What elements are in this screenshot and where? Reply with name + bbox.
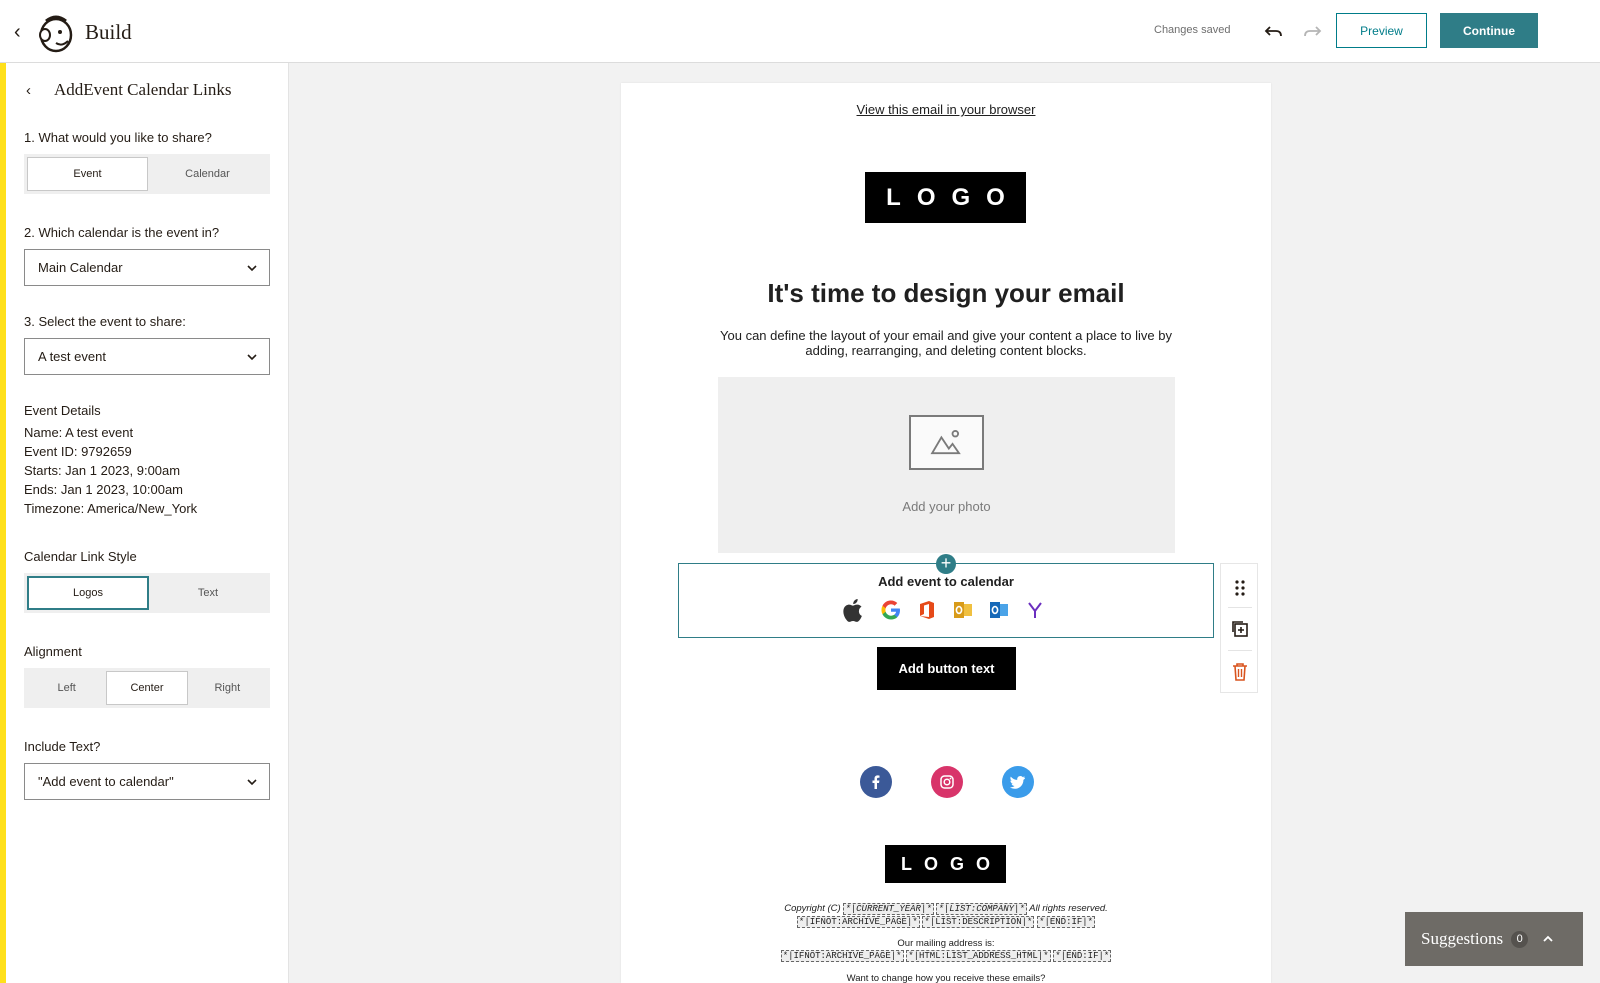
- settings-panel: ‹ AddEvent Calendar Links 1. What would …: [6, 63, 289, 983]
- include-text-select[interactable]: "Add event to calendar": [24, 763, 270, 800]
- panel-back-icon[interactable]: ‹: [26, 82, 31, 99]
- duplicate-icon[interactable]: [1228, 617, 1252, 641]
- mailchimp-logo-icon[interactable]: [36, 13, 74, 53]
- yahoo-icon[interactable]: [1023, 598, 1047, 622]
- toolbar-divider: [1228, 607, 1252, 608]
- calendar-select[interactable]: Main Calendar: [24, 249, 270, 286]
- footer-mailing-label[interactable]: Our mailing address is:: [621, 938, 1271, 949]
- header-logo[interactable]: LOGO: [865, 172, 1026, 223]
- calendar-select-value: Main Calendar: [38, 260, 123, 275]
- merge-tag-endif: *|END:IF|*: [1053, 950, 1112, 962]
- alignment-center[interactable]: Center: [106, 671, 188, 705]
- top-bar: ‹ Build Changes saved Preview Continue: [0, 0, 1600, 63]
- add-block-icon[interactable]: +: [936, 554, 956, 574]
- panel-title: AddEvent Calendar Links: [54, 80, 232, 99]
- link-style-text[interactable]: Text: [149, 576, 267, 610]
- photo-placeholder[interactable]: Add your photo: [718, 377, 1175, 553]
- rights-text: All rights reserved.: [1029, 903, 1108, 914]
- link-style-label: Calendar Link Style: [24, 549, 137, 564]
- event-detail-id: Event ID: 9792659: [24, 444, 132, 459]
- event-detail-ends: Ends: Jan 1 2023, 10:00am: [24, 482, 184, 497]
- merge-tag-description: *|LIST:DESCRIPTION|*: [922, 916, 1035, 928]
- calendar-block-title: Add event to calendar: [878, 574, 1014, 589]
- link-style-logos[interactable]: Logos: [27, 576, 149, 610]
- email-canvas: View this email in your browser LOGO It'…: [621, 83, 1271, 983]
- page-title: Build: [85, 20, 132, 44]
- event-detail-name: Name: A test event: [24, 425, 134, 440]
- link-style-toggle: Logos Text: [24, 573, 270, 613]
- view-in-browser-link[interactable]: View this email in your browser: [621, 102, 1271, 117]
- chevron-down-icon: [247, 265, 257, 272]
- include-text-value: "Add event to calendar": [38, 774, 174, 789]
- event-detail-timezone: Timezone: America/New_York: [24, 501, 198, 516]
- outlook-com-icon[interactable]: [987, 598, 1011, 622]
- merge-tag-year: *|CURRENT_YEAR|*: [843, 903, 934, 915]
- calendar-links-block[interactable]: + Add event to calendar: [678, 554, 1214, 638]
- calendar-icons: [843, 598, 1047, 622]
- share-type-label: 1. What would you like to share?: [24, 130, 212, 145]
- redo-icon[interactable]: [1300, 19, 1324, 43]
- footer-address[interactable]: *|IFNOT:ARCHIVE_PAGE|* *|HTML:LIST_ADDRE…: [621, 950, 1271, 962]
- chevron-up-icon: [1543, 935, 1553, 942]
- share-type-toggle: Event Calendar: [24, 154, 270, 194]
- facebook-icon[interactable]: [860, 766, 892, 798]
- email-body-text[interactable]: You can define the layout of your email …: [711, 328, 1181, 358]
- block-toolbar: [1220, 563, 1258, 693]
- event-details-heading: Event Details: [24, 403, 101, 418]
- copyright-prefix: Copyright (C): [784, 903, 841, 914]
- email-heading[interactable]: It's time to design your email: [621, 278, 1271, 309]
- image-icon: [909, 415, 984, 470]
- chevron-down-icon: [247, 354, 257, 361]
- merge-tag-ifnot: *|IFNOT:ARCHIVE_PAGE|*: [796, 916, 920, 928]
- footer-description[interactable]: *|IFNOT:ARCHIVE_PAGE|* *|LIST:DESCRIPTIO…: [621, 916, 1271, 928]
- alignment-left[interactable]: Left: [27, 671, 106, 705]
- event-select[interactable]: A test event: [24, 338, 270, 375]
- office365-icon[interactable]: [915, 598, 939, 622]
- footer-copyright[interactable]: Copyright (C) *|CURRENT_YEAR|* *|LIST:CO…: [621, 903, 1271, 915]
- back-arrow-icon[interactable]: ‹: [14, 22, 32, 42]
- share-type-calendar[interactable]: Calendar: [148, 157, 267, 191]
- suggestions-panel-toggle[interactable]: Suggestions 0: [1405, 912, 1583, 966]
- event-detail-starts: Starts: Jan 1 2023, 9:00am: [24, 463, 181, 478]
- continue-button[interactable]: Continue: [1440, 13, 1538, 48]
- save-status: Changes saved: [1154, 24, 1231, 36]
- event-select-value: A test event: [38, 349, 106, 364]
- alignment-toggle: Left Center Right: [24, 668, 270, 708]
- instagram-icon[interactable]: [931, 766, 963, 798]
- footer-logo[interactable]: LOGO: [885, 845, 1006, 883]
- event-label: 3. Select the event to share:: [24, 314, 186, 329]
- merge-tag-ifnot: *|IFNOT:ARCHIVE_PAGE|*: [780, 950, 904, 962]
- calendar-label: 2. Which calendar is the event in?: [24, 225, 220, 240]
- twitter-icon[interactable]: [1002, 766, 1034, 798]
- include-text-label: Include Text?: [24, 739, 101, 754]
- preview-button[interactable]: Preview: [1336, 13, 1427, 48]
- merge-tag-endif: *|END:IF|*: [1037, 916, 1096, 928]
- merge-tag-address: *|HTML:LIST_ADDRESS_HTML|*: [906, 950, 1051, 962]
- delete-icon[interactable]: [1228, 660, 1252, 684]
- merge-tag-company: *|LIST:COMPANY|*: [936, 903, 1027, 915]
- toolbar-divider: [1228, 650, 1252, 651]
- footer-change-text[interactable]: Want to change how you receive these ema…: [621, 973, 1271, 983]
- suggestions-count: 0: [1511, 930, 1529, 948]
- chevron-down-icon: [247, 779, 257, 786]
- undo-icon[interactable]: [1262, 19, 1286, 43]
- outlook-icon[interactable]: [951, 598, 975, 622]
- apple-icon[interactable]: [843, 598, 867, 622]
- alignment-right[interactable]: Right: [188, 671, 267, 705]
- email-cta-button[interactable]: Add button text: [877, 647, 1016, 690]
- alignment-label: Alignment: [24, 644, 82, 659]
- suggestions-label: Suggestions: [1421, 929, 1504, 948]
- drag-handle-icon[interactable]: [1228, 576, 1252, 600]
- share-type-event[interactable]: Event: [27, 157, 148, 191]
- google-icon[interactable]: [879, 598, 903, 622]
- photo-label: Add your photo: [902, 499, 991, 514]
